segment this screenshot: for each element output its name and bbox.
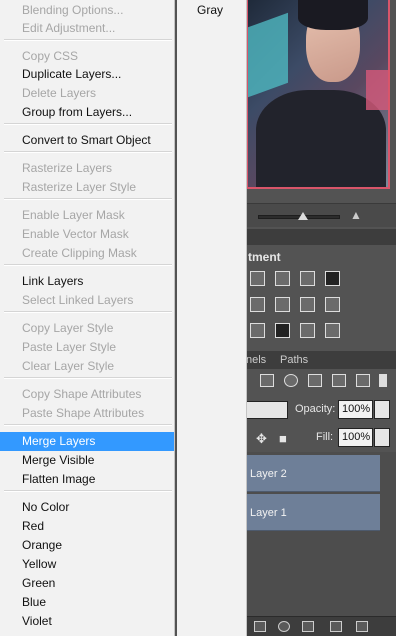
menu-item-delete-layers: Delete Layers: [22, 86, 97, 100]
menu-item-clear-layer-style: Clear Layer Style: [22, 359, 115, 373]
layers-tabbar: nels Paths: [246, 351, 396, 369]
blend-mode-select[interactable]: [246, 401, 288, 419]
menu-item-enable-vector-mask: Enable Vector Mask: [22, 227, 129, 241]
label-color-submenu: Gray: [177, 0, 247, 636]
brightness-contrast-icon[interactable]: [250, 271, 265, 286]
gradient-map-icon[interactable]: [300, 323, 315, 338]
layers-context-menu: Blending Options... Edit Adjustment... Cop…: [0, 0, 175, 636]
channel-mixer-icon[interactable]: [325, 297, 340, 312]
menu-item-group-from-layers[interactable]: Group from Layers...: [0, 103, 174, 122]
photo-pink-shape: [366, 70, 388, 110]
menu-item-copy-layer-style: Copy Layer Style: [22, 321, 114, 335]
adjustments-icons-row-3: [250, 323, 340, 338]
menu-item-create-clipping-mask: Create Clipping Mask: [22, 246, 137, 260]
menu-item-red[interactable]: Red: [0, 517, 174, 536]
menu-item-select-linked-layers: Select Linked Layers: [22, 293, 134, 307]
photo-cyan-shape: [248, 12, 288, 98]
menu-separator: [4, 123, 172, 125]
add-mask-icon[interactable]: [254, 621, 266, 632]
menu-separator: [4, 377, 172, 379]
fill-input[interactable]: 100%: [338, 428, 373, 447]
tab-paths[interactable]: Paths: [280, 354, 308, 366]
menu-item-merge-layers[interactable]: Merge Layers: [0, 432, 174, 451]
submenu-item-gray[interactable]: Gray: [197, 3, 223, 17]
menu-item-edit-adjustment: Edit Adjustment...: [22, 21, 116, 35]
filter-smart-object-icon[interactable]: [356, 374, 370, 387]
menu-item-blue[interactable]: Blue: [0, 593, 174, 612]
zoom-slider-thumb[interactable]: [298, 212, 308, 220]
menu-separator: [4, 424, 172, 426]
menu-item-blending-options: Blending Options...: [22, 3, 124, 17]
menu-item-flatten-image[interactable]: Flatten Image: [0, 470, 174, 489]
lock-position-icon[interactable]: ✥: [256, 431, 267, 447]
menu-separator: [4, 311, 172, 313]
filter-adjustment-icon[interactable]: [284, 374, 298, 387]
posterize-icon[interactable]: [250, 323, 265, 338]
filter-toggle-icon[interactable]: [379, 374, 387, 387]
adjustments-tabbar: [246, 229, 396, 245]
new-group-icon[interactable]: [302, 621, 314, 632]
adjustments-icons-row-1: [250, 271, 340, 286]
menu-item-violet[interactable]: Violet: [0, 612, 174, 631]
curves-icon[interactable]: [300, 271, 315, 286]
menu-item-green[interactable]: Green: [0, 574, 174, 593]
adjustments-panel-title: tment: [248, 250, 281, 264]
menu-item-copy-css: Copy CSS: [22, 49, 79, 63]
photo-hair: [298, 0, 368, 30]
filter-shape-icon[interactable]: [332, 374, 346, 387]
navigator-zoom-strip: ▲: [246, 203, 396, 227]
opacity-label: Opacity:: [295, 403, 336, 415]
menu-item-orange[interactable]: Orange: [0, 536, 174, 555]
adjustments-icons-row-2: [250, 297, 340, 312]
zoom-out-mountain-icon[interactable]: ▲: [350, 208, 362, 222]
menu-item-rasterize-layer-style: Rasterize Layer Style: [22, 180, 137, 194]
menu-separator: [4, 151, 172, 153]
selective-color-icon[interactable]: [325, 323, 340, 338]
vibrance-icon[interactable]: [250, 297, 265, 312]
threshold-icon[interactable]: [275, 323, 290, 338]
menu-item-paste-shape-attributes: Paste Shape Attributes: [22, 406, 145, 420]
menu-separator: [4, 198, 172, 200]
hue-saturation-icon[interactable]: [275, 297, 290, 312]
menu-item-rasterize-layers: Rasterize Layers: [22, 161, 113, 175]
fill-label: Fill:: [316, 431, 334, 443]
layer-filter-row: [246, 370, 396, 392]
menu-item-merge-visible[interactable]: Merge Visible: [0, 451, 174, 470]
menu-item-yellow[interactable]: Yellow: [0, 555, 174, 574]
exposure-icon[interactable]: [325, 271, 340, 286]
layer-row[interactable]: Layer 2: [246, 455, 380, 492]
menu-separator: [4, 264, 172, 266]
menu-item-paste-layer-style: Paste Layer Style: [22, 340, 117, 354]
filter-pixel-icon[interactable]: [260, 374, 274, 387]
menu-item-duplicate-layers[interactable]: Duplicate Layers...: [0, 65, 174, 84]
layer-row[interactable]: Layer 1: [246, 494, 380, 531]
new-adjustment-icon[interactable]: [278, 621, 290, 632]
color-balance-icon[interactable]: [300, 297, 315, 312]
menu-item-link-layers[interactable]: Link Layers: [0, 272, 174, 291]
filter-type-icon[interactable]: [308, 374, 322, 387]
lock-all-icon[interactable]: ■: [279, 431, 287, 446]
canvas-image: [246, 0, 390, 189]
opacity-input[interactable]: 100%: [338, 400, 373, 419]
menu-item-copy-shape-attributes: Copy Shape Attributes: [22, 387, 142, 401]
fill-dropdown-button[interactable]: [374, 428, 390, 447]
menu-item-convert-to-smart-object[interactable]: Convert to Smart Object: [0, 131, 174, 150]
menu-separator: [4, 39, 172, 41]
opacity-dropdown-button[interactable]: [374, 400, 390, 419]
new-layer-icon[interactable]: [330, 621, 342, 632]
levels-icon[interactable]: [275, 271, 290, 286]
delete-layer-icon[interactable]: [356, 621, 368, 632]
layers-bottom-bar: [246, 616, 396, 636]
menu-separator: [4, 490, 172, 492]
menu-item-no-color[interactable]: No Color: [0, 498, 174, 517]
menu-item-enable-layer-mask: Enable Layer Mask: [22, 208, 125, 222]
tab-channels[interactable]: nels: [246, 354, 266, 366]
